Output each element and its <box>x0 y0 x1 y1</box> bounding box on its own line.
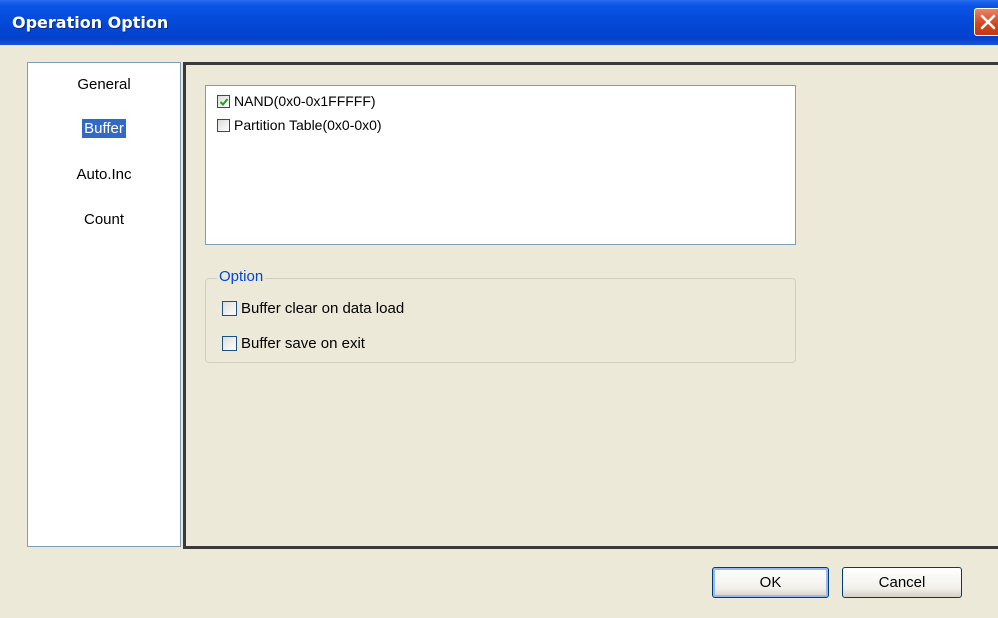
nav-item-label: Buffer <box>82 119 126 138</box>
buffer-clear-option[interactable]: Buffer clear on data load <box>222 298 404 318</box>
nav-item-label: Count <box>83 211 125 228</box>
nav-item-label: General <box>77 76 131 93</box>
nav-item-general[interactable]: General <box>28 75 180 94</box>
list-item-checkbox[interactable] <box>217 94 230 108</box>
buffer-clear-checkbox[interactable] <box>222 300 237 316</box>
list-item-checkbox[interactable] <box>217 118 230 132</box>
buffer-list[interactable]: NAND(0x0-0x1FFFFF) Partition Table(0x0-0… <box>205 85 796 245</box>
close-button[interactable] <box>974 8 998 36</box>
window-title: Operation Option <box>12 13 169 32</box>
cancel-button[interactable]: Cancel <box>842 567 962 598</box>
list-item[interactable]: Partition Table(0x0-0x0) <box>217 116 382 134</box>
option-legend: Option <box>217 268 266 285</box>
checkmark-icon <box>219 97 229 106</box>
nav-item-auto-inc[interactable]: Auto.Inc <box>28 165 180 184</box>
buffer-clear-label: Buffer clear on data load <box>241 299 405 317</box>
title-bar: Operation Option <box>0 0 998 45</box>
ok-button[interactable]: OK <box>712 567 829 598</box>
buffer-save-option[interactable]: Buffer save on exit <box>222 333 365 353</box>
nav-item-label: Auto.Inc <box>76 166 132 183</box>
list-item-label: NAND(0x0-0x1FFFFF) <box>234 93 376 109</box>
options-nav: General Buffer Auto.Inc Count <box>27 62 181 547</box>
buffer-save-checkbox[interactable] <box>222 335 237 351</box>
close-icon <box>980 14 996 30</box>
list-item[interactable]: NAND(0x0-0x1FFFFF) <box>217 92 376 110</box>
list-item-label: Partition Table(0x0-0x0) <box>234 117 382 133</box>
nav-item-buffer[interactable]: Buffer <box>28 119 180 138</box>
buffer-save-label: Buffer save on exit <box>241 334 365 352</box>
nav-item-count[interactable]: Count <box>28 210 180 229</box>
